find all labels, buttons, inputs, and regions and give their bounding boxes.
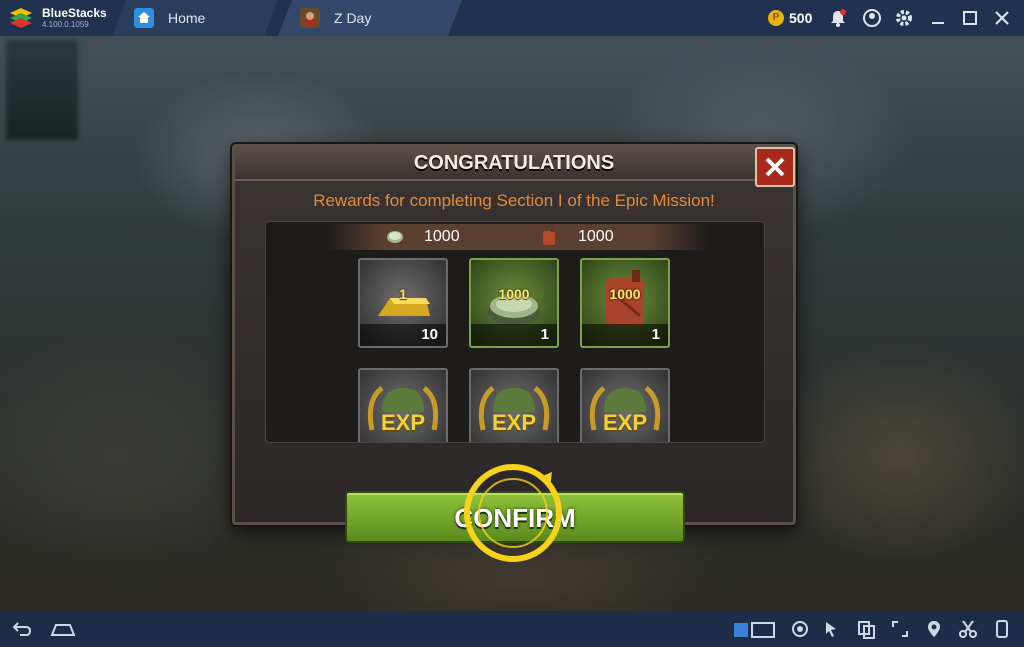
dialog-title: CONGRATULATIONS	[413, 152, 615, 174]
reward-slot-gold[interactable]: 1 10	[358, 258, 448, 348]
confirm-button[interactable]: CONFIRM	[345, 491, 685, 543]
keyboard-icon[interactable]	[732, 619, 776, 639]
close-icon[interactable]	[992, 8, 1012, 28]
home-icon	[134, 8, 154, 28]
game-viewport[interactable]: CONGRATULATIONS Rewards for completing S…	[0, 36, 1024, 611]
confirm-button-label: CONFIRM	[454, 503, 576, 533]
reward-slot-exp[interactable]: EXP	[580, 368, 670, 442]
scissors-icon[interactable]	[958, 619, 978, 639]
reward-quantity: 1	[582, 324, 668, 346]
tab-z-day-label: Z Day	[334, 10, 372, 26]
fuel-jerrycan-icon	[543, 228, 555, 245]
food-total: 1000	[424, 228, 460, 245]
exp-label: EXP	[491, 410, 537, 435]
maximize-icon[interactable]	[960, 8, 980, 28]
reward-slot-exp[interactable]: EXP	[469, 368, 559, 442]
reward-quantity: 1	[471, 324, 557, 346]
rewards-summary-bar: 1000 1000	[326, 224, 708, 250]
bluestacks-logo-icon	[10, 8, 32, 28]
settings-gear-icon[interactable]	[894, 8, 914, 28]
dialog-close-button[interactable]	[755, 147, 795, 187]
eye-icon[interactable]	[790, 619, 810, 639]
z-day-game-icon	[300, 8, 320, 28]
coin-balance[interactable]: 500	[789, 10, 812, 26]
notification-bell-icon[interactable]	[828, 8, 848, 28]
coin-icon: P	[768, 10, 784, 26]
app-version: 4.100.0.1059	[42, 20, 89, 29]
dialog-header: CONGRATULATIONS	[235, 147, 793, 181]
minimize-icon[interactable]	[928, 8, 948, 28]
bottom-bar	[0, 611, 1024, 647]
exp-label: EXP	[602, 410, 648, 435]
rewards-panel[interactable]: 1000 1000 1 10 1000 1 1000 1 EXP EXP EXP	[265, 221, 765, 443]
account-icon[interactable]	[862, 8, 882, 28]
dialog-subtitle: Rewards for completing Section I of the …	[313, 191, 715, 210]
rotate-device-icon[interactable]	[992, 619, 1012, 639]
tab-home[interactable]: Home	[112, 0, 278, 36]
reward-slot-food[interactable]: 1000 1	[469, 258, 559, 348]
reward-plate-label: 1000	[498, 286, 530, 302]
multi-instance-icon[interactable]	[856, 619, 876, 639]
title-bar: BlueStacks 4.100.0.1059 Home Z Day P 500	[0, 0, 1024, 36]
reward-slot-exp[interactable]: EXP	[358, 368, 448, 442]
back-arrow-icon[interactable]	[12, 619, 32, 639]
tab-z-day[interactable]: Z Day	[278, 0, 462, 36]
location-pin-icon[interactable]	[924, 619, 944, 639]
cursor-icon[interactable]	[822, 619, 842, 639]
fuel-total: 1000	[578, 228, 614, 245]
reward-slot-fuel[interactable]: 1000 1	[580, 258, 670, 348]
reward-plate-label: 1000	[609, 286, 641, 302]
exp-label: EXP	[380, 410, 426, 435]
home-outline-icon[interactable]	[50, 619, 76, 639]
reward-plate-label: 1	[399, 286, 407, 302]
tab-home-label: Home	[168, 10, 206, 26]
food-can-icon	[387, 231, 403, 243]
rewards-dialog: CONGRATULATIONS Rewards for completing S…	[232, 144, 796, 543]
reward-quantity: 10	[360, 324, 446, 346]
resize-icon[interactable]	[890, 619, 910, 639]
app-name: BlueStacks	[42, 6, 107, 20]
